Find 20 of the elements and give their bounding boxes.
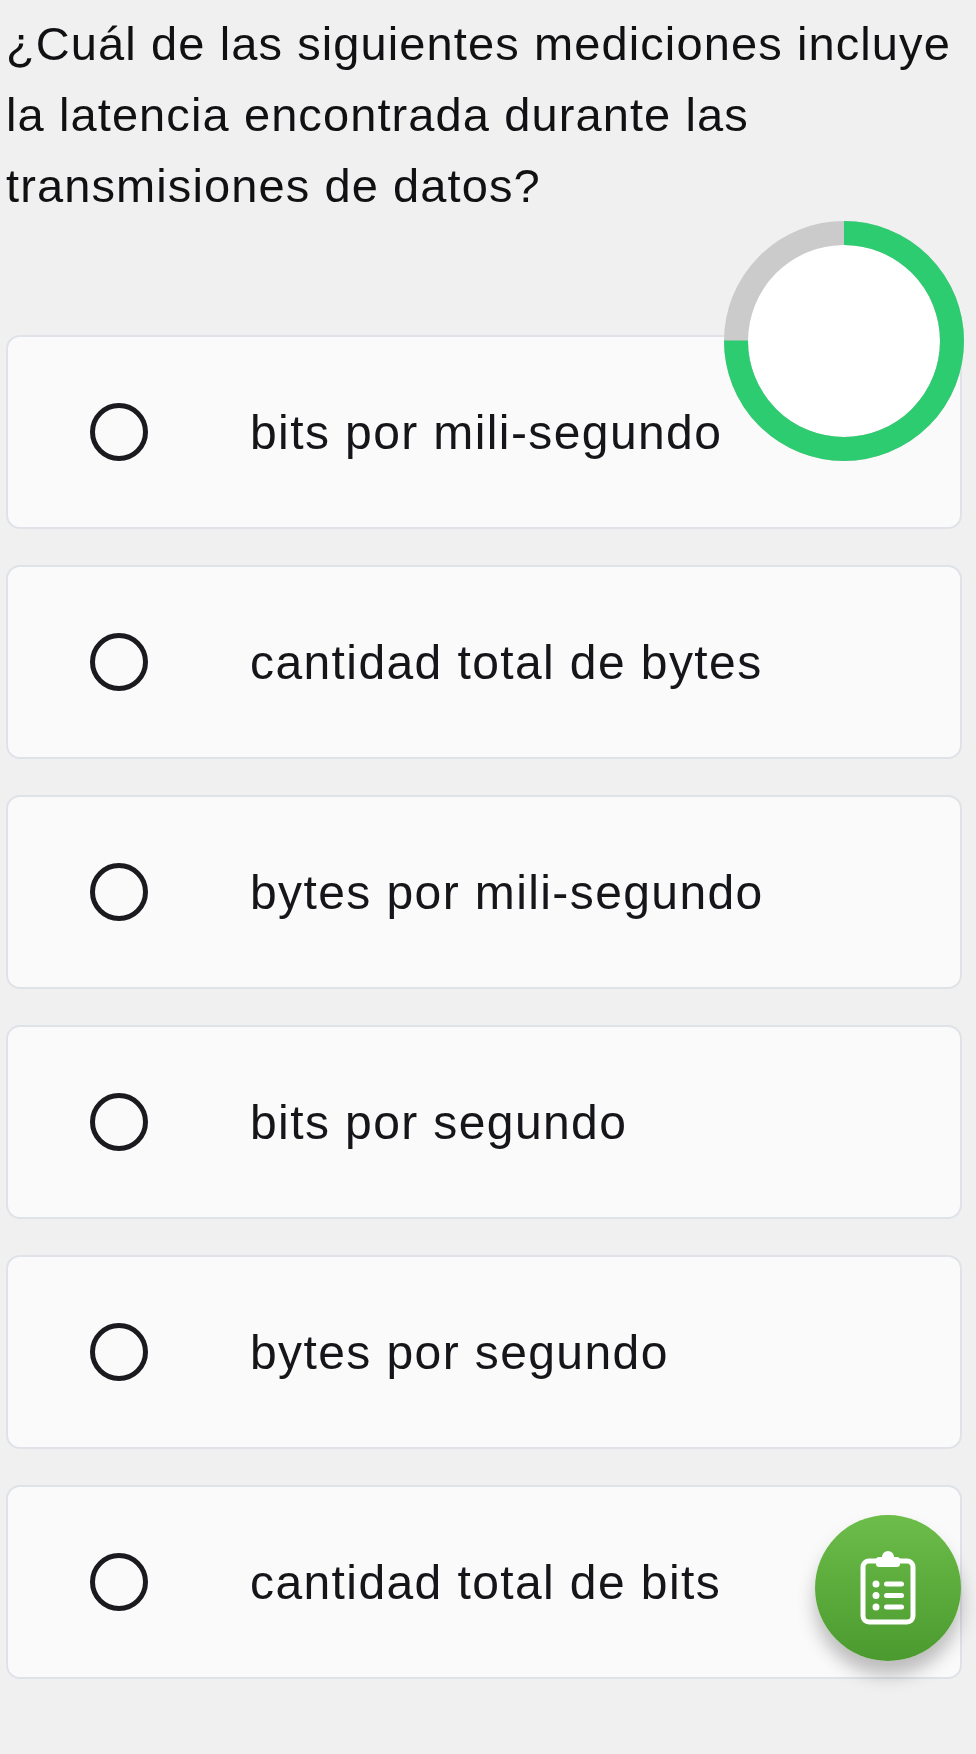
radio-button[interactable] [90, 863, 148, 921]
question-text: ¿Cuál de las siguientes mediciones incluye la latencia encontrada durante las transmisiones de datos? [5, 16, 952, 214]
option-label: cantidad total de bits [250, 1554, 722, 1610]
option-label: bits por segundo [250, 1094, 628, 1150]
radio-button[interactable] [90, 1093, 148, 1151]
clipboard-list-icon [860, 1551, 916, 1625]
radio-button[interactable] [90, 1553, 148, 1611]
option-label: bytes por segundo [250, 1324, 669, 1380]
radio-button[interactable] [90, 1323, 148, 1381]
option-label: cantidad total de bytes [250, 634, 763, 690]
answer-option[interactable]: cantidad total de bits [6, 1485, 962, 1679]
answer-option[interactable]: cantidad total de bytes [6, 565, 962, 759]
answer-option[interactable]: bits por segundo [6, 1025, 962, 1219]
option-label: bits por mili-segundo [250, 404, 723, 460]
question-list-button[interactable] [815, 1515, 961, 1661]
radio-button[interactable] [90, 403, 148, 461]
option-label: bytes por mili-segundo [250, 864, 764, 920]
answer-option[interactable]: bytes por segundo [6, 1255, 962, 1449]
radio-button[interactable] [90, 633, 148, 691]
answer-option[interactable]: bytes por mili-segundo [6, 795, 962, 989]
